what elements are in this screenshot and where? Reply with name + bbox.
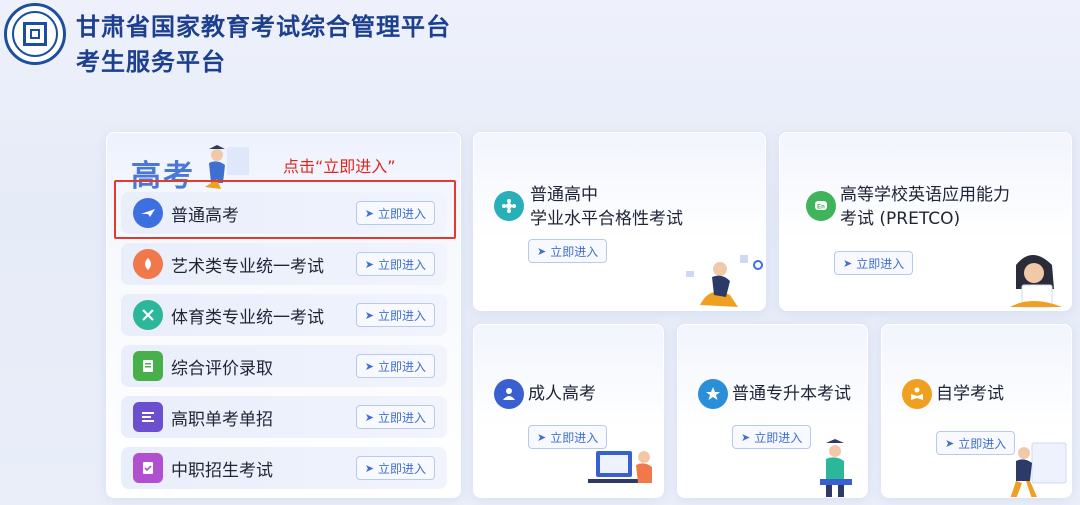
sports-icon	[133, 300, 163, 330]
list-item-art-exam[interactable]: 艺术类专业统一考试 ➤ 立即进入	[121, 243, 447, 285]
send-icon: ➤	[843, 256, 853, 270]
card-title: 高等学校英语应用能力	[840, 185, 1010, 205]
list-item-secondary-vocational-exam[interactable]: 中职招生考试 ➤ 立即进入	[121, 447, 447, 489]
send-icon: ➤	[537, 244, 547, 258]
list-icon	[133, 402, 163, 432]
plane-icon	[133, 198, 163, 228]
enter-button[interactable]: ➤ 立即进入	[355, 354, 435, 378]
enter-button[interactable]: ➤ 立即进入	[834, 251, 914, 275]
send-icon: ➤	[741, 430, 751, 444]
enter-button[interactable]: ➤ 立即进入	[355, 405, 435, 429]
art-icon	[133, 249, 163, 279]
english-icon: En	[806, 191, 836, 221]
card-title: 自学考试	[936, 384, 1004, 404]
list-item-sports-exam[interactable]: 体育类专业统一考试 ➤ 立即进入	[121, 294, 447, 336]
person-icon	[494, 379, 524, 409]
reader-illustration-icon	[1010, 255, 1062, 308]
list-item-putong-gaokao[interactable]: 普通高考 ➤ 立即进入	[121, 192, 447, 234]
card-subtitle: 学业水平合格性考试	[530, 209, 683, 229]
enter-button[interactable]: ➤ 立即进入	[355, 456, 435, 480]
flower-icon	[494, 191, 524, 221]
card-title: 成人高考	[528, 384, 596, 404]
list-item-comprehensive-admission[interactable]: 综合评价录取 ➤ 立即进入	[121, 345, 447, 387]
student-illustration-icon	[686, 255, 763, 307]
graduate-illustration-icon	[820, 439, 852, 497]
item-label: 高职单考单招	[171, 409, 273, 430]
item-label: 体育类专业统一考试	[171, 307, 324, 328]
enter-button[interactable]: ➤ 立即进入	[528, 239, 608, 263]
item-label: 艺术类专业统一考试	[171, 256, 324, 277]
list-item-vocational-single-exam[interactable]: 高职单考单招 ➤ 立即进入	[121, 396, 447, 438]
graduate-illustration-icon	[205, 145, 249, 189]
logo	[4, 3, 66, 65]
enter-button[interactable]: ➤ 立即进入	[355, 303, 435, 327]
site-title: 甘肃省国家教育考试综合管理平台	[76, 13, 451, 41]
send-icon: ➤	[364, 410, 374, 424]
card-subtitle: 考试 (PRETCO)	[840, 209, 961, 229]
header: 甘肃省国家教育考试综合管理平台 考生服务平台	[0, 0, 1080, 80]
send-icon: ➤	[537, 430, 547, 444]
send-icon: ➤	[364, 308, 374, 322]
send-icon: ➤	[364, 257, 374, 271]
doc-icon	[133, 351, 163, 381]
enter-button[interactable]: ➤ 立即进入	[732, 425, 812, 449]
gaokao-title: 高考	[131, 159, 195, 194]
gaokao-panel: 高考 点击“立即进入” 普通高考 ➤ 立即进入 艺术类专业统一考试 ➤ 立即进入 体…	[106, 132, 461, 498]
enter-button[interactable]: ➤ 立即进入	[355, 252, 435, 276]
reader-icon	[902, 379, 932, 409]
svg-text:En: En	[817, 205, 825, 211]
send-icon: ➤	[364, 359, 374, 373]
send-icon: ➤	[364, 206, 374, 220]
card-upgrade-exam[interactable]: 普通专升本考试 ➤ 立即进入	[677, 324, 868, 498]
item-label: 中职招生考试	[171, 460, 273, 481]
form-icon	[133, 453, 163, 483]
card-title: 普通高中	[530, 185, 598, 205]
card-self-study-exam[interactable]: 自学考试 ➤ 立即进入	[881, 324, 1072, 498]
card-pretco-exam[interactable]: En 高等学校英语应用能力 考试 (PRETCO) ➤ 立即进入	[779, 132, 1072, 311]
card-adult-exam[interactable]: 成人高考 ➤ 立即进入	[473, 324, 664, 498]
hint-text: 点击“立即进入”	[283, 157, 396, 176]
item-label: 综合评价录取	[171, 358, 273, 379]
card-title: 普通专升本考试	[732, 384, 851, 404]
enter-button[interactable]: ➤ 立即进入	[355, 201, 435, 225]
computer-user-illustration-icon	[588, 451, 652, 483]
send-icon: ➤	[364, 461, 374, 475]
site-subtitle: 考生服务平台	[76, 48, 226, 76]
star-person-icon	[698, 379, 728, 409]
card-xueye-exam[interactable]: 普通高中 学业水平合格性考试 ➤ 立即进入	[473, 132, 766, 311]
send-icon: ➤	[945, 436, 955, 450]
item-label: 普通高考	[171, 205, 239, 226]
writer-illustration-icon	[1010, 442, 1067, 497]
